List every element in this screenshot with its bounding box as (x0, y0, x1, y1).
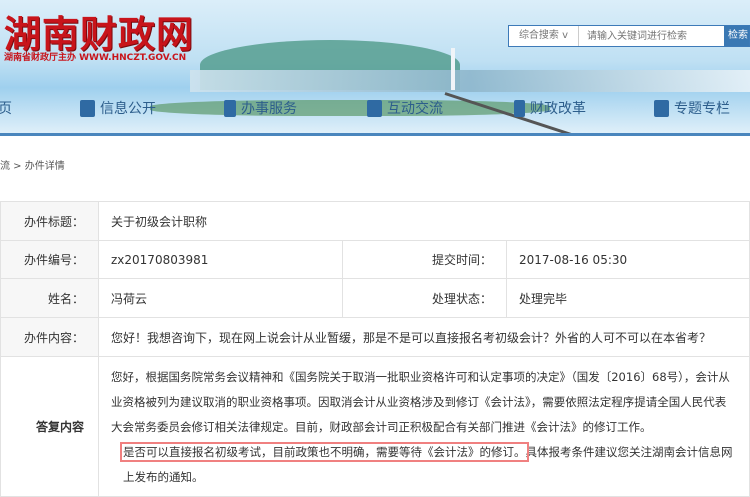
breadcrumb[interactable]: 流 > 办件详情 (0, 157, 65, 172)
table-row: 办件内容： 您好！我想咨询下，现在网上说会计从业暂缓，那是不是可以直接报名考初级… (0, 317, 750, 357)
bookmark-star-icon (514, 99, 525, 117)
id-value: zx20170803981 (98, 240, 343, 279)
main-nav: 页 信息公开 办事服务 互动交流 财政改革 专题专栏 (0, 98, 750, 124)
status-label: 处理状态： (342, 278, 507, 318)
site-subtitle: 湖南省财政厅主办 WWW.HNCZT.GOV.CN (4, 53, 187, 63)
name-label: 姓名： (0, 278, 99, 318)
name-value: 冯荷云 (98, 278, 343, 318)
time-value: 2017-08-16 05:30 (506, 240, 750, 279)
nav-reform[interactable]: 财政改革 (514, 98, 586, 118)
nav-topics[interactable]: 专题专栏 (654, 98, 730, 118)
id-label: 办件编号： (0, 240, 99, 279)
banner-city (190, 70, 750, 92)
search-button[interactable]: 检索 (724, 26, 749, 46)
search-bar: 综合搜索 v 检索 (508, 25, 750, 47)
nav-label: 信息公开 (100, 101, 156, 117)
table-row: 办件编号： zx20170803981 提交时间： 2017-08-16 05:… (0, 240, 750, 279)
detail-table: 办件标题： 关于初级会计职称 办件编号： zx20170803981 提交时间：… (0, 201, 750, 497)
image-icon (654, 99, 669, 117)
time-label: 提交时间： (342, 240, 507, 279)
reply-paragraph: 您好，根据国务院常务会议精神和《国务院关于取消一批职业资格许可和认定事项的决定》… (111, 370, 730, 434)
banner-tower (451, 48, 455, 90)
search-scope-select[interactable]: 综合搜索 v (509, 26, 579, 46)
title-value: 关于初级会计职称 (98, 201, 750, 241)
nav-divider (0, 133, 750, 136)
nav-home[interactable]: 页 (0, 98, 12, 118)
reply-label: 答复内容 (0, 356, 99, 497)
content-label: 办件内容： (0, 317, 99, 357)
nav-label: 页 (0, 101, 12, 117)
nav-info-public[interactable]: 信息公开 (80, 98, 156, 118)
nav-label: 互动交流 (387, 101, 443, 117)
nav-label: 办事服务 (241, 101, 297, 117)
header-banner: 湖南财政网 湖南省财政厅主办 WWW.HNCZT.GOV.CN 综合搜索 v 检… (0, 0, 750, 135)
chat-icon (367, 99, 382, 117)
highlighted-text: 是否可以直接报名初级考试，目前政策也不明确，需要等待《会计法》的修订。 (120, 442, 529, 462)
document-list-icon (80, 99, 95, 117)
reply-paragraph: 是否可以直接报名初级考试，目前政策也不明确，需要等待《会计法》的修订。具体报考条… (111, 440, 737, 490)
nav-services[interactable]: 办事服务 (224, 98, 297, 118)
search-input[interactable] (579, 26, 724, 46)
table-row: 答复内容 您好，根据国务院常务会议精神和《国务院关于取消一批职业资格许可和认定事… (0, 356, 750, 497)
nav-label: 专题专栏 (674, 101, 730, 117)
reply-content: 您好，根据国务院常务会议精神和《国务院关于取消一批职业资格许可和认定事项的决定》… (98, 356, 750, 497)
title-label: 办件标题： (0, 201, 99, 241)
content-value: 您好！我想咨询下，现在网上说会计从业暂缓，那是不是可以直接报名考初级会计？外省的… (98, 317, 750, 357)
table-row: 办件标题： 关于初级会计职称 (0, 201, 750, 241)
nav-interaction[interactable]: 互动交流 (367, 98, 443, 118)
file-icon (224, 99, 236, 117)
nav-label: 财政改革 (530, 101, 586, 117)
status-value: 处理完毕 (506, 278, 750, 318)
table-row: 姓名： 冯荷云 处理状态： 处理完毕 (0, 278, 750, 318)
